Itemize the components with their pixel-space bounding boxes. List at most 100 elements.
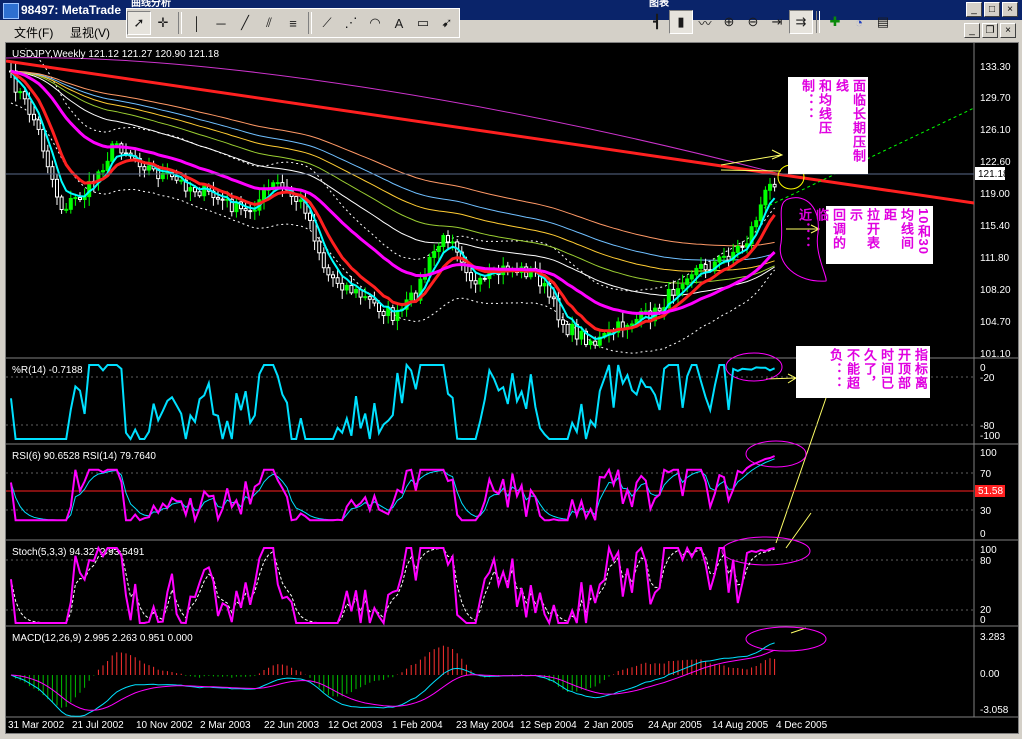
line-chart-icon[interactable]: 〰 [693,10,717,34]
child-restore-button[interactable]: ❐ [982,23,998,38]
cursor-icon[interactable]: ➚ [127,11,151,35]
candle-body [32,113,36,121]
candle-body [220,198,225,201]
axis-tick-label: 119.00 [980,189,1010,200]
zoom-out-icon[interactable]: ⊖ [741,10,765,34]
fibonacci-icon[interactable]: ≡ [281,11,305,35]
axis-tick-label: 101.10 [980,349,1011,360]
fibo-fan-icon[interactable]: ⋰ [339,11,363,35]
indicators-icon[interactable]: ✚ [823,10,847,34]
horizontal-line-icon[interactable]: ─ [209,11,233,35]
candle-body [114,143,119,146]
candle-body [671,288,676,296]
close-button[interactable]: × [1002,2,1018,17]
current-price-text: 121.18 [978,169,1009,180]
candle-body [689,274,694,280]
note-line: 10和30 [916,208,931,255]
fibo-arcs-icon[interactable]: ◠ [363,11,387,35]
axis-tick-label: 122.60 [980,157,1011,168]
menu-file[interactable]: 文件(F) [14,24,53,41]
candle-body [179,179,184,182]
stoch-axis: 10080200 [980,545,997,626]
channel-icon[interactable]: ⫽ [257,11,281,35]
candle-body [335,277,340,284]
autoscroll-icon[interactable]: ⇉ [789,10,813,34]
label-icon[interactable]: ▭ [411,11,435,35]
wpr-axis: 0-20-80-100 [980,363,1000,442]
axis-tick-label: -20 [980,373,995,384]
candle-body [326,267,331,276]
candle-body [340,282,345,291]
axis-tick-label: 30 [980,506,992,517]
symbol-label: USDJPY,Weekly 121.12 121.27 120.90 121.1… [12,49,219,60]
macd-pane: MACD(12,26,9) 2.995 2.263 0.951 0.000 3.… [10,632,1009,717]
axis-tick-label: 0 [980,529,986,540]
candle-body [349,284,354,294]
candle-icon[interactable]: ▮ [669,10,693,34]
maximize-button[interactable]: □ [984,2,1000,17]
child-close-button[interactable]: × [1000,23,1016,38]
candle-body [561,319,565,325]
candle-body [657,307,662,312]
axis-tick-label: 0 [980,615,986,626]
wpr-line [10,362,776,441]
note-line: 面临长期压制线 [834,79,866,163]
candle-body [68,198,73,210]
ma-mid-line [10,69,776,333]
date-tick-label: 21 Jul 2002 [72,720,124,731]
chart-shift-icon[interactable]: ⇥ [765,10,789,34]
candle-body [676,288,680,296]
candle-body [469,272,473,282]
rsi-level-text: 51.58 [978,486,1003,497]
candle-body [188,187,193,192]
long-ma-line [10,70,775,261]
candle-body [740,245,745,248]
candle-body [321,252,326,269]
candle-body [735,245,740,253]
gann-icon[interactable]: ⟋ [315,11,339,35]
candle-body [41,128,46,152]
date-tick-label: 23 May 2004 [456,720,514,731]
periods-icon[interactable]: ◔ [847,10,871,34]
candlesticks [9,61,777,350]
float-toolbar-title-charts: 图表 [645,0,673,8]
wpr-label: %R(14) -0.7188 [12,365,83,376]
candle-body [473,280,478,285]
candle-body [64,208,69,211]
app-icon [3,3,19,19]
date-tick-label: 12 Sep 2004 [520,720,577,731]
vertical-line-icon[interactable]: │ [185,11,209,35]
candle-body [243,208,248,212]
candle-body [542,282,547,287]
note-resistance: 面临长期压制线 和均线压制：： [788,77,868,174]
candle-body [248,210,253,213]
candle-body [588,340,593,346]
note-line: 和均线压制：： [800,79,832,135]
minimize-button[interactable]: _ [966,2,982,17]
trendline-icon[interactable]: ╱ [233,11,257,35]
axis-tick-label: 108.20 [980,285,1011,296]
candle-body [699,263,703,269]
note-line: 时间已 [879,348,894,390]
candle-body [565,323,570,336]
candle-body [758,204,763,222]
templates-icon[interactable]: ▤ [871,10,895,34]
candle-body [763,189,768,206]
zoom-in-icon[interactable]: ⊕ [717,10,741,34]
candle-body [18,91,23,94]
crosshair-icon[interactable]: ✛ [151,11,175,35]
note-line: 拉开表示 [848,208,880,250]
candle-body [579,330,584,340]
arrow-icon[interactable]: ➹ [435,11,459,35]
chart-window[interactable]: USDJPY,Weekly 121.12 121.27 120.90 121.1… [5,42,1019,734]
float-toolbar-title-analysis: 曲线分析 [127,0,175,8]
candle-body [317,240,322,254]
candle-body [478,277,483,285]
text-icon[interactable]: A [387,11,411,35]
child-minimize-button[interactable]: _ [964,23,980,38]
bar-chart-icon[interactable]: ┫ [645,10,669,34]
candle-body [174,176,179,181]
candle-body [331,274,335,279]
date-tick-label: 10 Nov 2002 [136,720,193,731]
menu-view[interactable]: 显视(V) [70,24,110,41]
